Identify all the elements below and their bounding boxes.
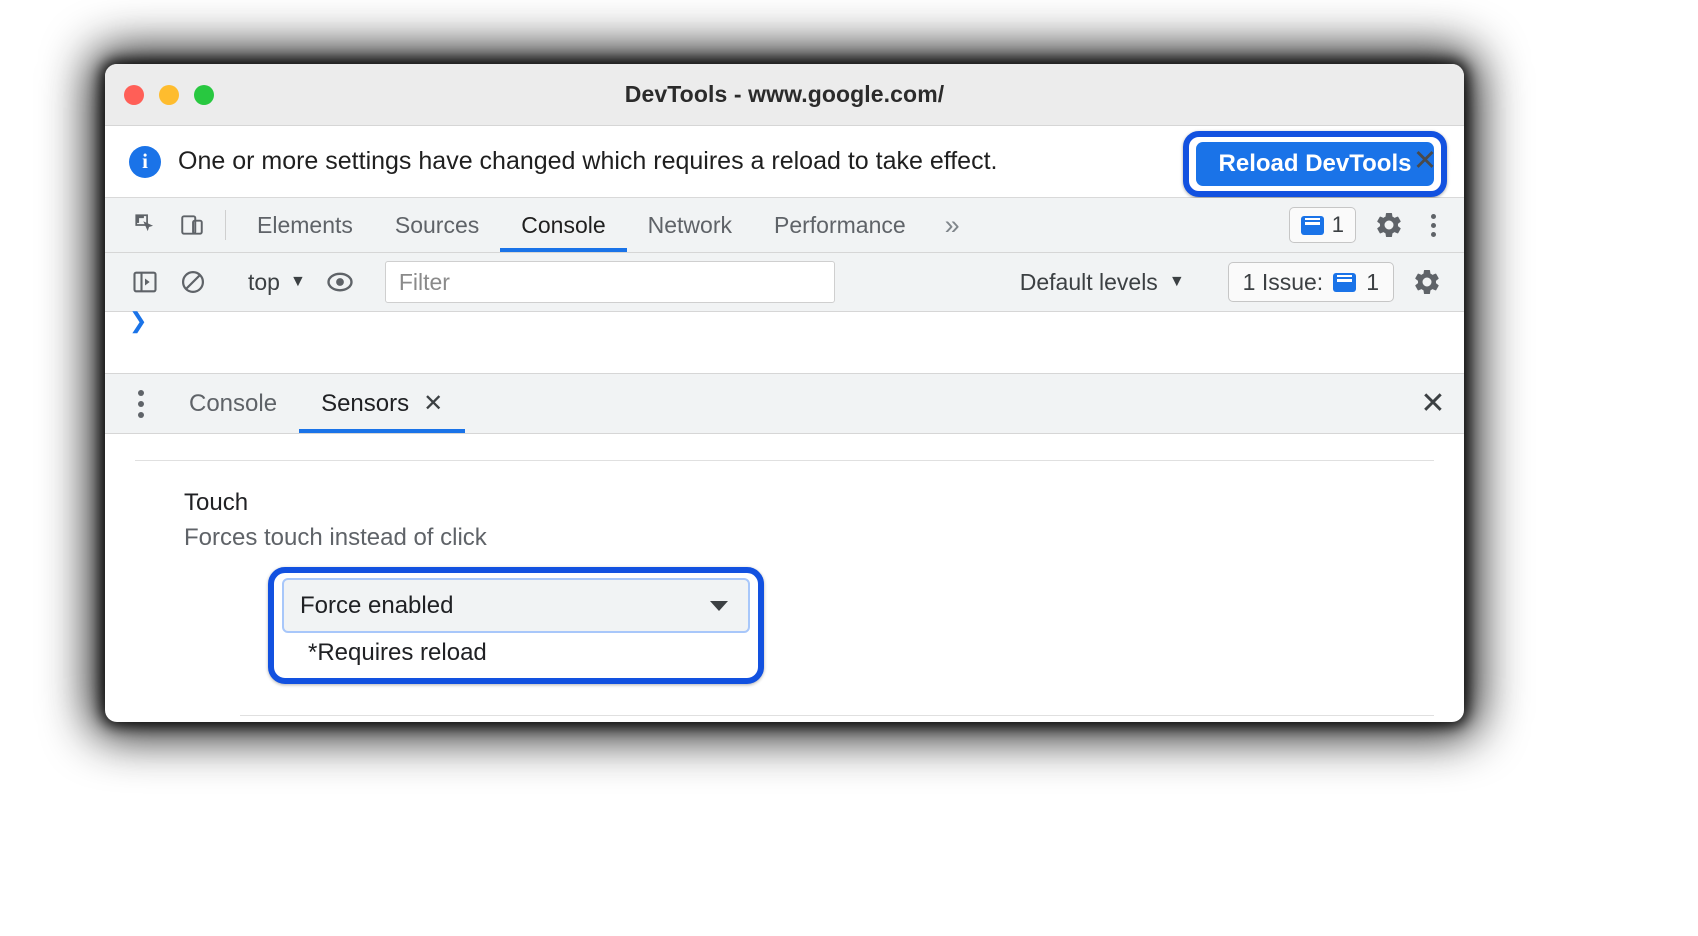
console-prompt-caret-icon: ❯ [129,308,148,333]
log-levels-label: Default levels [1019,268,1158,295]
touch-select[interactable]: Device-based Force enabled [282,578,750,633]
console-filter-toolbar: top ▼ Default levels ▼ 1 Issue: 1 [105,253,1464,312]
touch-select-wrapper: Device-based Force enabled [282,578,750,633]
console-filter-input[interactable] [384,261,835,303]
execution-context-selector[interactable]: top ▼ [238,269,316,296]
console-settings-gear-icon[interactable] [1404,267,1450,297]
console-issues-chip[interactable]: 1 Issue: 1 [1227,262,1394,302]
touch-section-subtitle: Forces touch instead of click [184,524,487,551]
console-issues-count: 1 [1366,268,1379,295]
tab-performance-label: Performance [774,211,906,238]
devtools-window: DevTools - www.google.com/ i One or more… [105,64,1464,722]
inspect-element-icon[interactable] [123,198,169,252]
banner-message: One or more settings have changed which … [178,147,998,175]
drawer-tab-console[interactable]: Console [167,374,299,433]
info-icon: i [129,145,161,178]
drawer-tabbar: Console Sensors ✕ ✕ [105,374,1464,434]
gear-icon[interactable] [1366,210,1412,240]
issues-badge[interactable]: 1 [1288,207,1356,243]
toolbar-divider [225,210,226,240]
devtools-main-toolbar: Elements Sources Console Network Perform… [105,198,1464,253]
chevron-down-icon: ▼ [289,273,306,290]
close-sensors-tab-button[interactable]: ✕ [423,391,443,416]
window-titlebar: DevTools - www.google.com/ [105,64,1464,126]
console-output-area[interactable]: ❯ [105,308,1464,374]
drawer-tab-sensors-label: Sensors [321,389,410,417]
console-issues-label: 1 Issue: [1242,268,1324,295]
log-levels-selector[interactable]: Default levels ▼ [1020,269,1189,296]
more-tabs-icon[interactable]: » [927,198,978,252]
tab-network-label: Network [647,211,732,238]
requires-reload-note: *Requires reload [308,639,487,666]
drawer-tab-sensors[interactable]: Sensors ✕ [299,374,466,433]
execution-context-label: top [248,268,280,295]
clear-console-icon[interactable] [169,258,217,306]
close-drawer-button[interactable]: ✕ [1402,374,1464,433]
tab-console[interactable]: Console [500,198,628,252]
live-expression-icon[interactable] [316,258,364,306]
issues-message-icon [1333,272,1357,292]
reload-devtools-button[interactable]: Reload DevTools [1196,142,1434,186]
tab-sources-label: Sources [394,211,480,238]
issues-badge-count: 1 [1331,212,1344,237]
issues-message-icon [1300,215,1324,235]
tab-network[interactable]: Network [627,198,753,252]
window-title: DevTools - www.google.com/ [624,81,945,107]
screenshot-root: DevTools - www.google.com/ i One or more… [0,0,1698,936]
device-toolbar-icon[interactable] [169,198,215,252]
sensors-bottom-divider [240,715,1434,716]
drawer-more-icon[interactable] [115,374,167,433]
tab-sources[interactable]: Sources [374,198,500,252]
touch-section-title: Touch [184,489,249,516]
settings-reload-banner: i One or more settings have changed whic… [105,126,1464,198]
chevron-down-icon: ▼ [1168,273,1185,290]
toolbar-right-group: 1 [1288,198,1464,252]
tab-performance[interactable]: Performance [753,198,927,252]
drawer-tab-console-label: Console [189,389,278,417]
close-banner-button[interactable]: ✕ [1408,145,1442,179]
sensors-top-divider [135,460,1434,461]
console-sidebar-icon[interactable] [121,258,169,306]
tab-elements[interactable]: Elements [236,198,374,252]
tab-console-label: Console [521,211,606,238]
tab-elements-label: Elements [257,211,353,238]
kebab-menu-icon[interactable] [1412,213,1454,237]
